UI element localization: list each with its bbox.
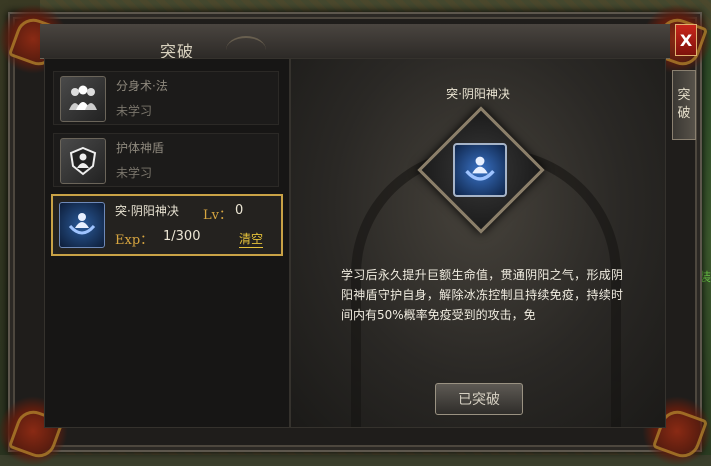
skill-status: 未学习 [116,166,153,180]
level-value: 0 [235,203,244,218]
detail-title: 突·阴阳神决 [446,87,510,101]
skill-list: 分身术·法 未学习 护体神盾 未学习 突·阴阳神决 Lv： 0 Exp： 1/3… [44,58,290,428]
skill-item-body-shield[interactable]: 护体神盾 未学习 [53,133,279,187]
skill-name: 分身术·法 [116,79,168,93]
shield-icon [60,138,106,184]
clear-button[interactable]: 清空 [239,230,264,248]
skill-name: 护体神盾 [116,141,165,155]
level-label: Lv： [203,208,232,223]
tab-breakthrough-char-1: 突 [677,88,691,103]
tab-breakthrough-char-2: 破 [677,106,691,121]
yinyang-shield-icon [453,143,507,197]
skill-item-clone-art[interactable]: 分身术·法 未学习 [53,71,279,125]
breakthrough-done-button[interactable]: 已突破 [435,383,523,415]
exp-value: 1/300 [163,229,201,244]
title-bar: 突破 [40,24,670,61]
clone-figures-icon [60,76,106,122]
yinyang-shield-icon [59,202,105,248]
breakthrough-window: 突破 X 突 破 分身术·法 未学习 护体神盾 未学习 突·阴阳神决 Lv： 0… [0,4,711,466]
skill-description: 学习后永久提升巨额生命值，贯通阴阳之气，形成阴阳神盾守护自身，解除冰冻控制且持续… [341,268,623,322]
skill-detail-panel: 突·阴阳神决 学习后永久提升巨额生命值，贯通阴阳之气，形成阴阳神盾守护自身，解除… [290,58,666,428]
exp-label: Exp： [115,233,154,248]
close-button[interactable]: X [675,24,697,56]
skill-item-yinyang-selected[interactable]: 突·阴阳神决 Lv： 0 Exp： 1/300 清空 [51,194,283,256]
tab-breakthrough[interactable]: 突 破 [672,70,696,140]
skill-status: 未学习 [116,104,153,118]
skill-name: 突·阴阳神决 [115,204,179,218]
